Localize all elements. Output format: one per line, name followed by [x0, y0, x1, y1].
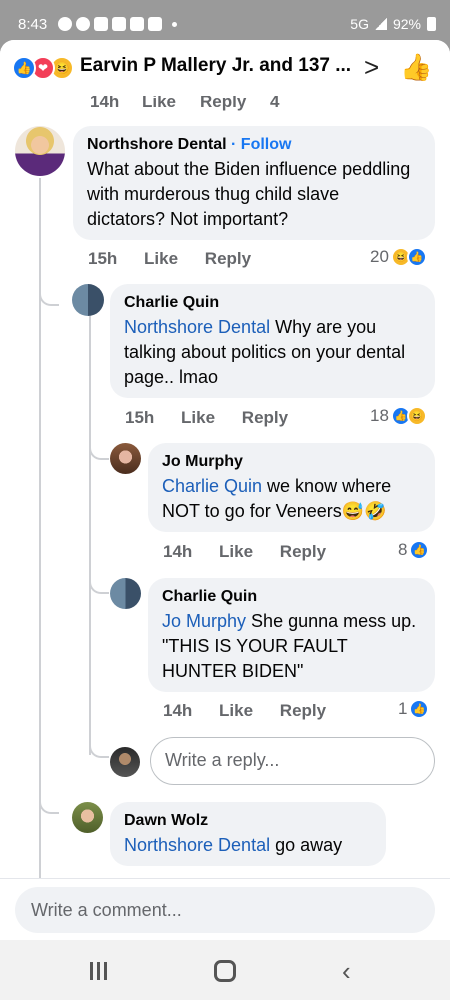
thread-connector: [89, 442, 109, 460]
like-button[interactable]: Like: [219, 701, 253, 720]
reaction-count[interactable]: 18 👍 😆: [370, 406, 427, 426]
like-reaction-icon: 👍: [12, 56, 36, 80]
reply-input[interactable]: Write a reply...: [150, 737, 435, 785]
my-avatar: [110, 747, 140, 777]
comment-actions: 14h Like Reply: [163, 542, 348, 562]
status-time: 8:43: [18, 16, 48, 33]
follow-link[interactable]: · Follow: [231, 136, 291, 153]
comment-author[interactable]: Charlie Quin: [162, 588, 421, 606]
chevron-right-icon[interactable]: >: [364, 52, 379, 83]
reactors-title[interactable]: Earvin P Mallery Jr. and 137 ...: [80, 55, 351, 77]
comment-time: 14h: [163, 701, 193, 720]
battery-icon: [427, 17, 436, 31]
reply-button[interactable]: Reply: [280, 701, 326, 720]
comment-bubble: Northshore Dental · Follow What about th…: [73, 126, 435, 240]
like-icon: 👍: [409, 699, 430, 719]
comment-actions: 15h Like Reply: [125, 408, 310, 428]
like-button[interactable]: Like: [144, 249, 178, 268]
comment-author[interactable]: Dawn Wolz: [124, 812, 372, 830]
comment-text: What about the Biden influence peddling …: [87, 159, 411, 229]
thread-line: [39, 178, 41, 878]
thread-connector: [89, 740, 109, 758]
notification-icon: [148, 17, 162, 31]
reaction-count[interactable]: 1 👍: [398, 699, 430, 719]
comment-time: 15h: [88, 249, 118, 268]
status-bar: 8:43 5G 92%: [0, 0, 450, 40]
notification-icon: [58, 17, 72, 31]
mention-tag[interactable]: Charlie Quin: [162, 476, 262, 496]
back-icon[interactable]: ‹: [342, 956, 351, 987]
haha-icon: 😆: [406, 406, 427, 426]
comment-input[interactable]: Write a comment...: [15, 887, 435, 933]
battery-label: 92%: [392, 16, 421, 32]
reaction-count[interactable]: 20 😆 👍: [370, 247, 427, 267]
like-icon: 👍: [406, 247, 427, 267]
notification-icons: [58, 17, 177, 31]
reaction-number: 18: [370, 406, 389, 425]
reply-button[interactable]: Reply: [205, 249, 251, 268]
avatar[interactable]: [15, 126, 65, 176]
reaction-number: 20: [370, 247, 389, 266]
reaction-count[interactable]: 8 👍: [398, 540, 430, 560]
like-icon: 👍: [409, 540, 430, 560]
comments-list[interactable]: 14h Like Reply 4 Northshore Dental · Fol…: [0, 40, 450, 878]
comment-bubble: Jo Murphy Charlie Quin we know where NOT…: [148, 443, 435, 532]
comment-author[interactable]: Jo Murphy: [162, 453, 421, 471]
mention-tag[interactable]: Northshore Dental: [124, 835, 270, 855]
notification-icon: [76, 17, 90, 31]
comment-time: 15h: [125, 408, 155, 427]
mention-tag[interactable]: Northshore Dental: [124, 317, 270, 337]
comment-actions: 15h Like Reply: [88, 249, 273, 269]
recent-apps-icon[interactable]: [90, 956, 111, 987]
comment-author[interactable]: Charlie Quin: [124, 294, 421, 312]
avatar[interactable]: [110, 443, 141, 474]
like-button[interactable]: Like: [181, 408, 215, 427]
notification-icon: [94, 17, 108, 31]
reply-button[interactable]: Reply: [280, 542, 326, 561]
avatar[interactable]: [72, 802, 103, 833]
comment-text: go away: [270, 835, 343, 855]
like-post-icon[interactable]: 👍: [400, 52, 432, 83]
comment-bubble: Charlie Quin Northshore Dental Why are y…: [110, 284, 435, 398]
comment-composer: Write a comment...: [0, 878, 450, 940]
post-reactions[interactable]: 👍 ❤ 😆: [12, 56, 78, 80]
home-icon[interactable]: [214, 960, 236, 982]
comment-author[interactable]: Northshore Dental: [87, 136, 227, 153]
comment-time: 14h: [163, 542, 193, 561]
post-header: 👍 ❤ 😆 Earvin P Mallery Jr. and 137 ... >…: [0, 40, 450, 96]
like-button[interactable]: Like: [219, 542, 253, 561]
notification-dot-icon: [172, 22, 177, 27]
reply-button[interactable]: Reply: [242, 408, 288, 427]
android-nav-bar: ‹: [0, 940, 450, 1000]
reaction-number: 1: [398, 699, 408, 718]
comment-bubble: Charlie Quin Jo Murphy She gunna mess up…: [148, 578, 435, 692]
comment-actions: 14h Like Reply: [163, 701, 348, 721]
reaction-number: 8: [398, 540, 408, 559]
thread-connector: [39, 288, 59, 306]
status-right: 5G 92%: [350, 16, 436, 32]
comments-sheet: 14h Like Reply 4 Northshore Dental · Fol…: [0, 40, 450, 940]
thread-line: [89, 315, 91, 755]
avatar[interactable]: [72, 284, 104, 316]
comment-bubble: Dawn Wolz Northshore Dental go away: [110, 802, 386, 866]
avatar[interactable]: [110, 578, 141, 609]
network-label: 5G: [350, 16, 369, 32]
notification-icon: [112, 17, 126, 31]
thread-connector: [89, 576, 109, 594]
notification-icon: [130, 17, 144, 31]
signal-icon: [374, 18, 387, 30]
mention-tag[interactable]: Jo Murphy: [162, 611, 246, 631]
thread-connector: [39, 796, 59, 814]
